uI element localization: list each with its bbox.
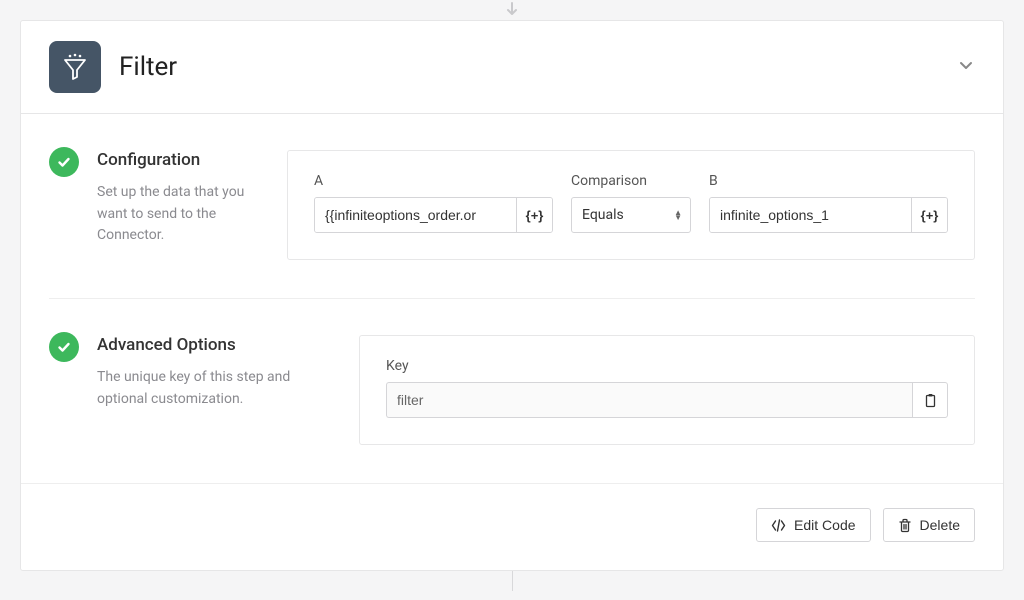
configuration-heading: Configuration bbox=[97, 150, 263, 170]
status-badge-complete bbox=[49, 147, 79, 177]
connector-line-bottom bbox=[0, 571, 1024, 591]
key-label: Key bbox=[386, 358, 948, 374]
configuration-description: Set up the data that you want to send to… bbox=[97, 182, 263, 247]
select-caret-icon: ▲▼ bbox=[674, 210, 682, 220]
copy-key-button[interactable] bbox=[912, 382, 948, 418]
edit-code-button[interactable]: Edit Code bbox=[756, 508, 870, 542]
configuration-section: Configuration Set up the data that you w… bbox=[49, 114, 975, 299]
field-b-label: B bbox=[709, 173, 948, 189]
field-group-a: A {+} bbox=[314, 173, 553, 233]
trash-icon bbox=[898, 518, 912, 533]
field-b-input-wrap: {+} bbox=[709, 197, 948, 233]
section-text: Configuration Set up the data that you w… bbox=[97, 150, 263, 247]
field-group-comparison: Comparison Equals ▲▼ bbox=[571, 173, 691, 233]
advanced-description: The unique key of this step and optional… bbox=[97, 367, 335, 410]
card-header[interactable]: Filter bbox=[21, 21, 1003, 114]
field-b-input[interactable] bbox=[710, 198, 911, 232]
code-icon bbox=[771, 518, 786, 533]
field-a-input[interactable] bbox=[315, 198, 516, 232]
section-left: Advanced Options The unique key of this … bbox=[49, 335, 359, 445]
filter-step-card: Filter Configuration Set up the data tha… bbox=[20, 20, 1004, 571]
filter-step-icon bbox=[49, 41, 101, 93]
edit-code-label: Edit Code bbox=[794, 517, 855, 533]
advanced-options-section: Advanced Options The unique key of this … bbox=[49, 299, 975, 483]
card-body: Configuration Set up the data that you w… bbox=[21, 114, 1003, 483]
check-icon bbox=[56, 339, 72, 355]
comparison-select[interactable]: Equals ▲▼ bbox=[571, 197, 691, 233]
card-title: Filter bbox=[119, 52, 957, 82]
field-b-token-button[interactable]: {+} bbox=[911, 198, 947, 232]
configuration-panel: A {+} Comparison Equals ▲▼ bbox=[287, 150, 975, 260]
clipboard-icon bbox=[923, 393, 938, 408]
field-group-b: B {+} bbox=[709, 173, 948, 233]
key-row bbox=[386, 382, 948, 418]
status-badge-complete bbox=[49, 332, 79, 362]
chevron-down-icon bbox=[957, 56, 975, 74]
key-input[interactable] bbox=[386, 382, 912, 418]
comparison-value: Equals bbox=[582, 207, 624, 223]
check-icon bbox=[56, 154, 72, 170]
section-text: Advanced Options The unique key of this … bbox=[97, 335, 335, 410]
collapse-toggle[interactable] bbox=[957, 56, 975, 78]
field-a-token-button[interactable]: {+} bbox=[516, 198, 552, 232]
field-a-label: A bbox=[314, 173, 553, 189]
advanced-heading: Advanced Options bbox=[97, 335, 335, 355]
delete-button[interactable]: Delete bbox=[883, 508, 975, 542]
field-a-input-wrap: {+} bbox=[314, 197, 553, 233]
delete-label: Delete bbox=[920, 517, 960, 533]
footer-actions: Edit Code Delete bbox=[21, 483, 1003, 570]
comparison-label: Comparison bbox=[571, 173, 691, 189]
funnel-icon bbox=[60, 52, 90, 82]
section-left: Configuration Set up the data that you w… bbox=[49, 150, 287, 260]
advanced-panel: Key bbox=[359, 335, 975, 445]
field-row: A {+} Comparison Equals ▲▼ bbox=[314, 173, 948, 233]
arrow-down-icon bbox=[504, 2, 520, 18]
connector-arrow-top bbox=[0, 0, 1024, 20]
